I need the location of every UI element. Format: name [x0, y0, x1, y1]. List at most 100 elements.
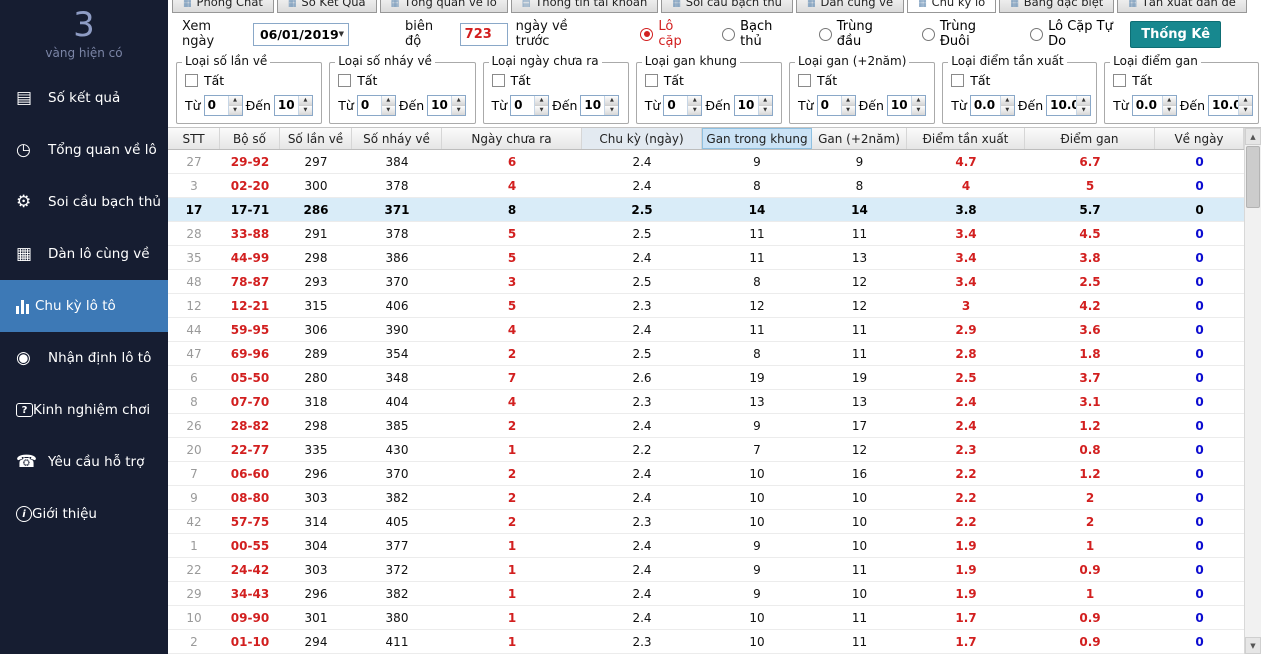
sidebar-item-4[interactable]: Chu kỳ lô tô [0, 280, 168, 332]
table-row[interactable]: 908-8030338222.410102.220 [168, 486, 1244, 510]
spin-down-icon[interactable]: ▼ [759, 106, 772, 115]
spin-up-icon[interactable]: ▲ [1001, 96, 1014, 106]
from-spinner-value[interactable] [971, 96, 1000, 115]
from-spinner-value[interactable] [818, 96, 841, 115]
to-spinner-value[interactable] [735, 96, 758, 115]
to-spinner-value[interactable] [275, 96, 298, 115]
all-checkbox[interactable] [1113, 74, 1126, 87]
column-header-4[interactable]: Ngày chưa ra [442, 128, 582, 149]
sidebar-item-5[interactable]: ◉Nhận định lô tô [0, 332, 168, 384]
table-row[interactable]: 201-1029441112.310111.70.90 [168, 630, 1244, 654]
mode-radio-2[interactable]: Trùng đầu [819, 19, 898, 49]
spin-up-icon[interactable]: ▲ [759, 96, 772, 106]
spin-up-icon[interactable]: ▲ [842, 96, 855, 106]
column-header-10[interactable]: Về ngày [1155, 128, 1244, 149]
table-row[interactable]: 4769-9628935422.58112.81.80 [168, 342, 1244, 366]
spin-down-icon[interactable]: ▼ [842, 106, 855, 115]
spin-down-icon[interactable]: ▼ [1001, 106, 1014, 115]
table-row[interactable]: 1212-2131540652.3121234.20 [168, 294, 1244, 318]
table-row[interactable]: 1717-7128637182.514143.85.70 [168, 198, 1244, 222]
to-spinner[interactable]: ▲▼ [274, 95, 313, 116]
view-date-select[interactable]: 06/01/2019 ▼ [253, 23, 349, 46]
column-header-2[interactable]: Số lần về [280, 128, 352, 149]
from-spinner[interactable]: ▲▼ [663, 95, 702, 116]
from-spinner-value[interactable] [1133, 96, 1162, 115]
spin-down-icon[interactable]: ▼ [688, 106, 701, 115]
table-row[interactable]: 2022-7733543012.27122.30.80 [168, 438, 1244, 462]
spin-up-icon[interactable]: ▲ [1077, 96, 1090, 106]
table-row[interactable]: 2628-8229838522.49172.41.20 [168, 414, 1244, 438]
table-row[interactable]: 4459-9530639042.411112.93.60 [168, 318, 1244, 342]
spin-up-icon[interactable]: ▲ [535, 96, 548, 106]
mode-radio-4[interactable]: Lô Cặp Tự Do [1030, 19, 1130, 49]
spin-down-icon[interactable]: ▼ [535, 106, 548, 115]
to-spinner[interactable]: ▲▼ [1046, 95, 1091, 116]
table-row[interactable]: 2729-9229738462.4994.76.70 [168, 150, 1244, 174]
to-spinner[interactable]: ▲▼ [734, 95, 773, 116]
table-row[interactable]: 2224-4230337212.49111.90.90 [168, 558, 1244, 582]
spin-down-icon[interactable]: ▼ [299, 106, 312, 115]
column-header-3[interactable]: Số nháy về [352, 128, 442, 149]
mode-radio-1[interactable]: Bạch thủ [722, 19, 795, 49]
spin-down-icon[interactable]: ▼ [1163, 106, 1176, 115]
tab-4[interactable]: ▦Soi cầu bạch thủ [661, 0, 793, 13]
spin-down-icon[interactable]: ▼ [229, 106, 242, 115]
to-spinner-value[interactable] [1047, 96, 1076, 115]
all-checkbox[interactable] [338, 74, 351, 87]
from-spinner[interactable]: ▲▼ [817, 95, 856, 116]
column-header-1[interactable]: Bộ số [220, 128, 280, 149]
tab-2[interactable]: ▦Tổng quan về lô [380, 0, 508, 13]
all-checkbox[interactable] [645, 74, 658, 87]
from-spinner[interactable]: ▲▼ [357, 95, 396, 116]
scrollbar-thumb[interactable] [1246, 146, 1260, 208]
spin-up-icon[interactable]: ▲ [299, 96, 312, 106]
table-row[interactable]: 2934-4329638212.49101.910 [168, 582, 1244, 606]
to-spinner-value[interactable] [581, 96, 604, 115]
to-spinner[interactable]: ▲▼ [1208, 95, 1253, 116]
spin-down-icon[interactable]: ▼ [1239, 106, 1252, 115]
spin-down-icon[interactable]: ▼ [605, 106, 618, 115]
spin-down-icon[interactable]: ▼ [1077, 106, 1090, 115]
tab-1[interactable]: ▦Số Kết Quả [277, 0, 377, 13]
from-spinner-value[interactable] [511, 96, 534, 115]
spin-up-icon[interactable]: ▲ [1163, 96, 1176, 106]
sidebar-item-2[interactable]: ⚙Soi cầu bạch thủ [0, 176, 168, 228]
table-row[interactable]: 605-5028034872.619192.53.70 [168, 366, 1244, 390]
column-header-6[interactable]: Gan trong khung [702, 128, 812, 149]
tab-8[interactable]: ▦Tần xuất dàn đề [1117, 0, 1247, 13]
spin-down-icon[interactable]: ▼ [912, 106, 925, 115]
table-scrollbar[interactable]: ▲ ▼ [1244, 128, 1261, 654]
sidebar-item-0[interactable]: ▤Số kết quả [0, 72, 168, 124]
spin-down-icon[interactable]: ▼ [452, 106, 465, 115]
tab-6[interactable]: ▦Chu kỳ lô [907, 0, 996, 13]
column-header-5[interactable]: Chu kỳ (ngày) [582, 128, 702, 149]
spin-up-icon[interactable]: ▲ [1239, 96, 1252, 106]
to-spinner-value[interactable] [888, 96, 911, 115]
table-row[interactable]: 100-5530437712.49101.910 [168, 534, 1244, 558]
all-checkbox[interactable] [492, 74, 505, 87]
from-spinner-value[interactable] [664, 96, 687, 115]
table-row[interactable]: 807-7031840442.313132.43.10 [168, 390, 1244, 414]
from-spinner-value[interactable] [358, 96, 381, 115]
from-spinner[interactable]: ▲▼ [1132, 95, 1177, 116]
amplitude-input[interactable] [460, 23, 508, 46]
tab-0[interactable]: ▦Phòng Chát [172, 0, 274, 13]
to-spinner[interactable]: ▲▼ [427, 95, 466, 116]
table-row[interactable]: 1009-9030138012.410111.70.90 [168, 606, 1244, 630]
from-spinner[interactable]: ▲▼ [510, 95, 549, 116]
to-spinner[interactable]: ▲▼ [580, 95, 619, 116]
spin-up-icon[interactable]: ▲ [912, 96, 925, 106]
table-row[interactable]: 4878-8729337032.58123.42.50 [168, 270, 1244, 294]
all-checkbox[interactable] [798, 74, 811, 87]
mode-radio-3[interactable]: Trùng Đuôi [922, 19, 1006, 49]
from-spinner-value[interactable] [205, 96, 228, 115]
spin-up-icon[interactable]: ▲ [688, 96, 701, 106]
spin-up-icon[interactable]: ▲ [605, 96, 618, 106]
sidebar-item-1[interactable]: ◷Tổng quan về lô [0, 124, 168, 176]
all-checkbox[interactable] [185, 74, 198, 87]
column-header-0[interactable]: STT [168, 128, 220, 149]
spin-up-icon[interactable]: ▲ [229, 96, 242, 106]
from-spinner[interactable]: ▲▼ [204, 95, 243, 116]
spin-down-icon[interactable]: ▼ [382, 106, 395, 115]
scroll-down-icon[interactable]: ▼ [1245, 637, 1261, 654]
